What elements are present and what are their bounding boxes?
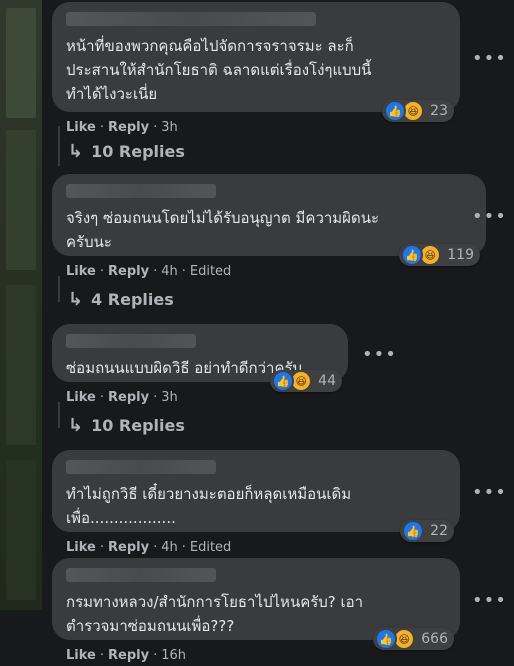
reply-arrow-icon: ↳: [68, 415, 84, 436]
comment-text: ทำไม่ถูกวิธี เดี๋ยวยางมะตอยก็หลุดเหมือนเ…: [66, 485, 352, 527]
separator: ·: [153, 390, 158, 405]
like-link[interactable]: Like: [66, 264, 96, 279]
reply-link[interactable]: Reply: [108, 540, 149, 555]
replies-count: 10 Replies: [91, 142, 185, 161]
reaction-count: 22: [430, 523, 448, 539]
comment-text: หน้าที่ของพวกคุณคือไปจัดการจราจรมะ ละก็ …: [66, 37, 372, 103]
reply-link[interactable]: Reply: [108, 264, 149, 279]
comment-actions: Like · Reply · 16h: [66, 648, 460, 663]
separator: ·: [99, 120, 104, 135]
more-options-icon[interactable]: •••: [472, 482, 507, 503]
reaction-count: 44: [318, 373, 336, 389]
replies-count: 4 Replies: [91, 290, 174, 309]
like-reaction-icon: 👍: [272, 370, 295, 392]
replies-count: 10 Replies: [91, 416, 185, 435]
timestamp[interactable]: 16h: [161, 648, 186, 663]
thread-line: [58, 402, 60, 428]
separator: ·: [99, 540, 104, 555]
reply-link[interactable]: Reply: [108, 648, 149, 663]
reply-link[interactable]: Reply: [108, 120, 149, 135]
more-options-icon[interactable]: •••: [472, 48, 507, 69]
left-image-strip: [0, 0, 42, 610]
comment-3: ซ่อมถนนแบบผิดวิธี อย่าทำดีกว่าครับ 👍 😆 4…: [52, 324, 348, 405]
like-reaction-icon: 👍: [401, 244, 424, 266]
timestamp[interactable]: 4h: [161, 540, 178, 555]
edited-label[interactable]: Edited: [190, 264, 231, 279]
image-fragment: [6, 285, 36, 445]
comment-bubble: หน้าที่ของพวกคุณคือไปจัดการจราจรมะ ละก็ …: [52, 2, 460, 122]
separator: ·: [153, 540, 158, 555]
image-fragment: [6, 8, 36, 118]
edited-label[interactable]: Edited: [190, 540, 231, 555]
author-name-redacted: [66, 12, 316, 26]
reaction-count: 666: [421, 631, 448, 647]
author-name-redacted: [66, 334, 196, 348]
comment-actions: Like · Reply · 3h: [66, 120, 460, 135]
timestamp[interactable]: 4h: [161, 264, 178, 279]
comment-bubble: ซ่อมถนนแบบผิดวิธี อย่าทำดีกว่าครับ 👍 😆 4…: [52, 324, 348, 392]
like-link[interactable]: Like: [66, 648, 96, 663]
comment-actions: Like · Reply · 4h · Edited: [66, 264, 486, 279]
view-replies-link[interactable]: ↳ 10 Replies: [68, 415, 185, 436]
like-reaction-icon: 👍: [384, 100, 407, 122]
reaction-count: 119: [447, 247, 474, 263]
reaction-count: 23: [430, 103, 448, 119]
like-link[interactable]: Like: [66, 540, 96, 555]
reaction-summary[interactable]: 👍 22: [400, 520, 454, 542]
image-fragment: [6, 460, 36, 600]
comment-4: ทำไม่ถูกวิธี เดี๋ยวยางมะตอยก็หลุดเหมือนเ…: [52, 450, 460, 555]
comment-actions: Like · Reply · 3h: [66, 390, 348, 405]
comment-bubble: จริงๆ ซ่อมถนนโดยไม่ได้รับอนุญาต มีความผิ…: [52, 174, 486, 266]
separator: ·: [153, 648, 158, 663]
timestamp[interactable]: 3h: [161, 120, 178, 135]
author-name-redacted: [66, 184, 216, 198]
reply-link[interactable]: Reply: [108, 390, 149, 405]
like-reaction-icon: 👍: [375, 628, 398, 650]
separator: ·: [153, 264, 158, 279]
reply-arrow-icon: ↳: [68, 141, 84, 162]
image-fragment: [6, 130, 36, 270]
comment-5: กรมทางหลวง/สำนักการโยธาไปไหนครับ? เอา ตำ…: [52, 558, 460, 663]
reaction-summary[interactable]: 👍 😆 44: [270, 370, 342, 392]
reaction-summary[interactable]: 👍 😆 23: [382, 100, 454, 122]
author-name-redacted: [66, 460, 216, 474]
comment-bubble: กรมทางหลวง/สำนักการโยธาไปไหนครับ? เอา ตำ…: [52, 558, 460, 650]
separator: ·: [153, 120, 158, 135]
separator: ·: [181, 264, 186, 279]
view-replies-link[interactable]: ↳ 4 Replies: [68, 289, 174, 310]
thread-line: [58, 276, 60, 302]
author-name-redacted: [66, 568, 216, 582]
separator: ·: [99, 648, 104, 663]
like-link[interactable]: Like: [66, 120, 96, 135]
like-reaction-icon: 👍: [402, 520, 425, 542]
separator: ·: [99, 390, 104, 405]
comment-bubble: ทำไม่ถูกวิธี เดี๋ยวยางมะตอยก็หลุดเหมือนเ…: [52, 450, 460, 542]
more-options-icon[interactable]: •••: [472, 206, 507, 227]
separator: ·: [99, 264, 104, 279]
more-options-icon[interactable]: •••: [472, 590, 507, 611]
comment-2: จริงๆ ซ่อมถนนโดยไม่ได้รับอนุญาต มีความผิ…: [52, 174, 486, 279]
view-replies-link[interactable]: ↳ 10 Replies: [68, 141, 185, 162]
comment-1: หน้าที่ของพวกคุณคือไปจัดการจราจรมะ ละก็ …: [52, 2, 460, 135]
comment-actions: Like · Reply · 4h · Edited: [66, 540, 460, 555]
separator: ·: [181, 540, 186, 555]
like-link[interactable]: Like: [66, 390, 96, 405]
more-options-icon[interactable]: •••: [362, 344, 397, 365]
reaction-summary[interactable]: 👍 😆 666: [373, 628, 454, 650]
reply-arrow-icon: ↳: [68, 289, 84, 310]
reaction-summary[interactable]: 👍 😆 119: [399, 244, 480, 266]
timestamp[interactable]: 3h: [161, 390, 178, 405]
